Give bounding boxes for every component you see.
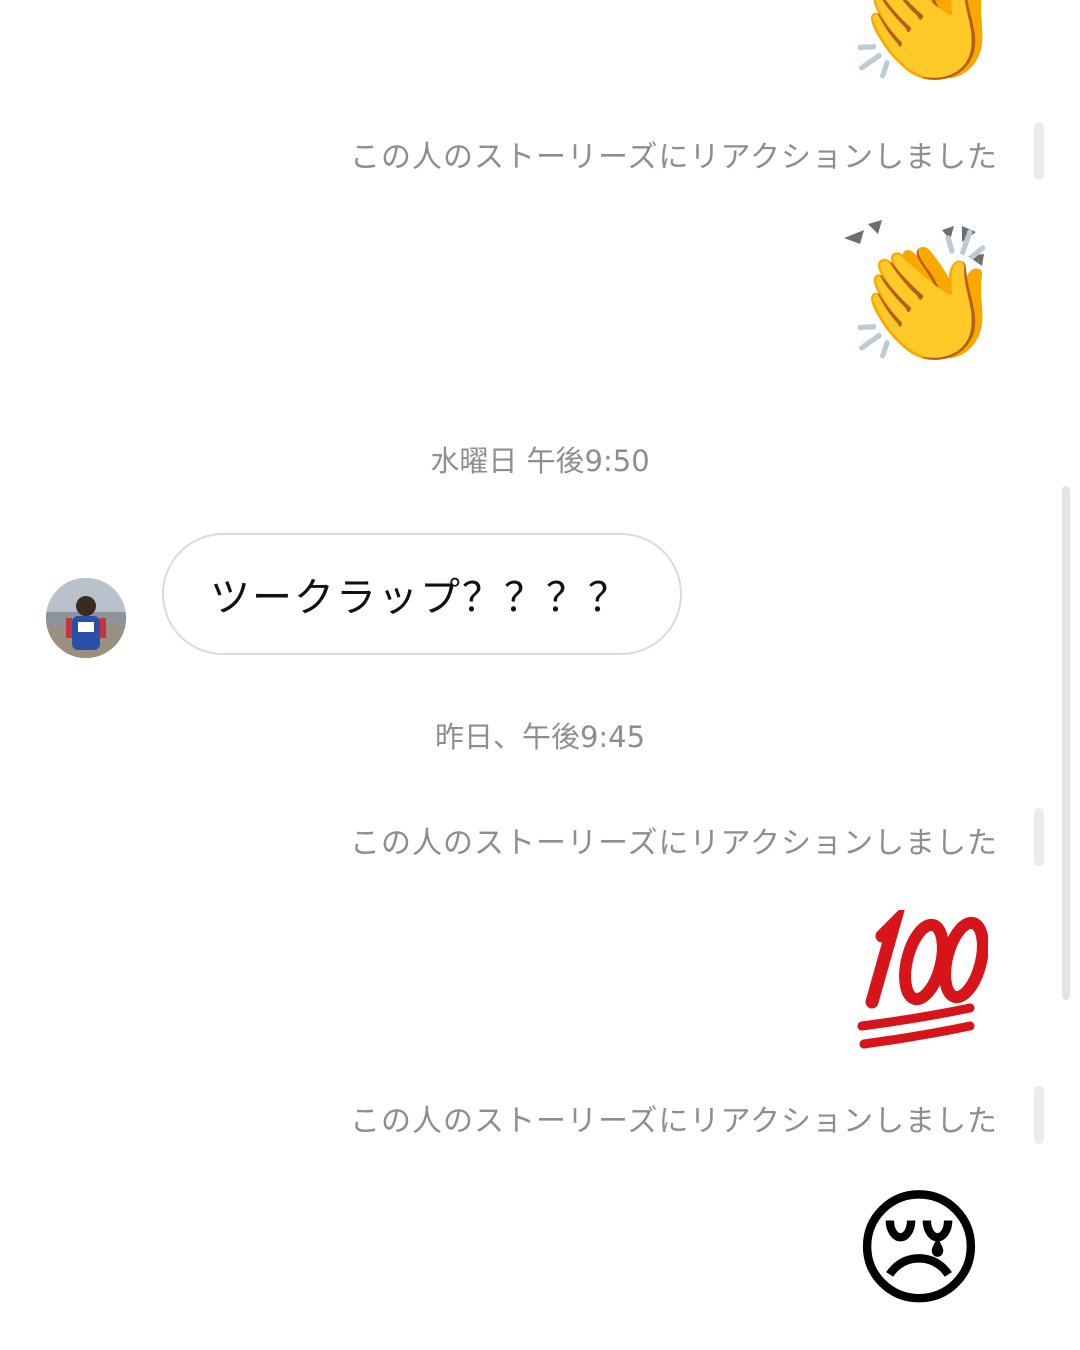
- message-timestamp: 水曜日 午後9:50: [430, 444, 650, 478]
- clapping-hands-icon: 👏: [846, 225, 1006, 374]
- crying-face-icon[interactable]: 😢: [844, 1186, 994, 1314]
- scrollbar[interactable]: [1062, 486, 1070, 1000]
- message-timestamp: 昨日、午後9:45: [434, 720, 646, 754]
- story-reply-indicator: [1034, 808, 1044, 866]
- received-message-bubble[interactable]: ツークラップ？？？？: [162, 533, 682, 655]
- story-reaction-note: この人のストーリーズにリアクションしました: [350, 140, 998, 175]
- clapping-hands-icon: 👏: [846, 0, 1006, 94]
- story-reaction-note: この人のストーリーズにリアクションしました: [350, 1104, 998, 1139]
- story-reply-indicator: [1034, 122, 1044, 180]
- story-reply-indicator: [1034, 1086, 1044, 1144]
- message-text: ツークラップ？？？？: [210, 575, 630, 621]
- hundred-points-icon[interactable]: [852, 901, 989, 1050]
- story-reaction-note: この人のストーリーズにリアクションしました: [350, 826, 998, 861]
- sender-avatar[interactable]: [46, 578, 126, 658]
